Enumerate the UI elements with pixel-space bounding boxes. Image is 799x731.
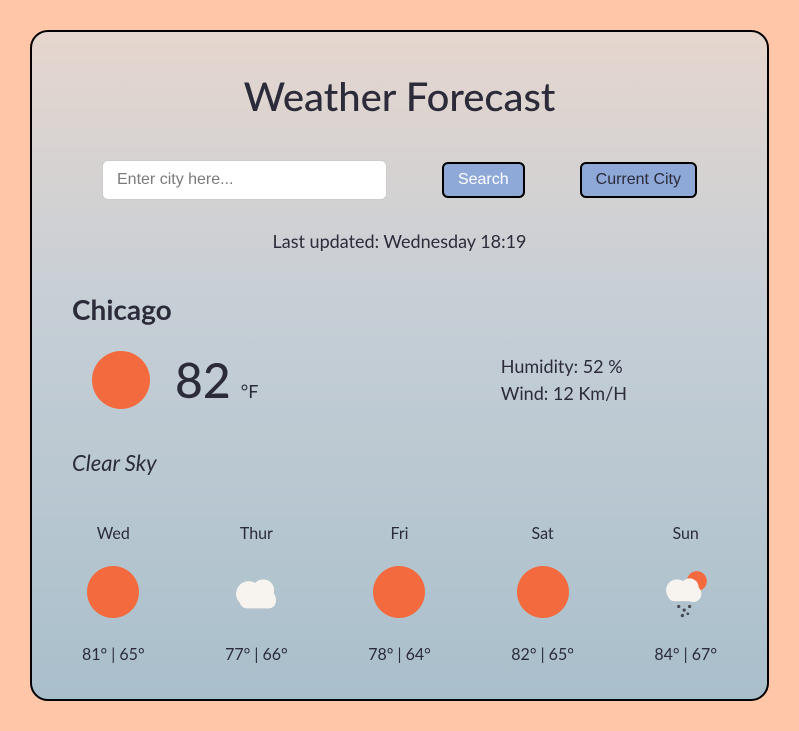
forecast-day: Thur [240,524,273,543]
forecast-range: 81° | 65° [82,645,145,664]
humidity-label: Humidity: [501,355,583,377]
sun-icon [370,563,428,621]
wind-row: Wind: 12 Km/H [501,380,627,407]
temperature-value: 82 [175,352,231,409]
wind-value: 12 Km/H [553,382,627,404]
forecast-range: 77° | 66° [225,645,288,664]
forecast-item: Wed 81° | 65° [82,524,145,664]
forecast-range: 82° | 65° [511,645,574,664]
humidity-value: 52 % [583,355,623,377]
wind-label: Wind: [501,382,553,404]
forecast-day: Sun [672,524,698,543]
weather-description: Clear Sky [72,449,727,476]
current-city-button[interactable]: Current City [580,162,697,198]
forecast-day: Sat [532,524,554,543]
forecast-day: Wed [97,524,130,543]
forecast-range: 84° | 67° [654,645,717,664]
weather-row: 82 °F Humidity: 52 % Wind: 12 Km/H [72,351,727,409]
last-updated-text: Last updated: Wednesday 18:19 [72,230,727,252]
search-button[interactable]: Search [442,162,525,198]
page-title: Weather Forecast [72,72,727,120]
forecast-row: Wed 81° | 65° Thur 77° | 66 [72,524,727,674]
forecast-item: Fri 78° | 64° [368,524,431,664]
temperature-wrap: 82 °F [175,352,258,409]
forecast-item: Sat 82° | 65° [511,524,574,664]
weather-details: Humidity: 52 % Wind: 12 Km/H [501,353,727,407]
search-row: Search Current City [72,160,727,200]
rain-sun-icon [657,563,715,621]
sun-icon [514,563,572,621]
forecast-range: 78° | 64° [368,645,431,664]
forecast-item: Thur 77° | 66° [225,524,288,664]
sun-icon [84,563,142,621]
cloud-icon [227,563,285,621]
weather-container: Weather Forecast Search Current City Las… [30,30,769,701]
forecast-day: Fri [390,524,408,543]
city-search-input[interactable] [102,160,387,200]
city-name: Chicago [72,292,727,326]
sun-icon [92,351,150,409]
weather-left: 82 °F [72,351,501,409]
temperature-unit: °F [241,380,259,402]
forecast-item: Sun [654,524,717,664]
humidity-row: Humidity: 52 % [501,353,627,380]
main-weather: Chicago 82 °F Humidity: 52 % Wind: 12 Km… [72,292,727,674]
